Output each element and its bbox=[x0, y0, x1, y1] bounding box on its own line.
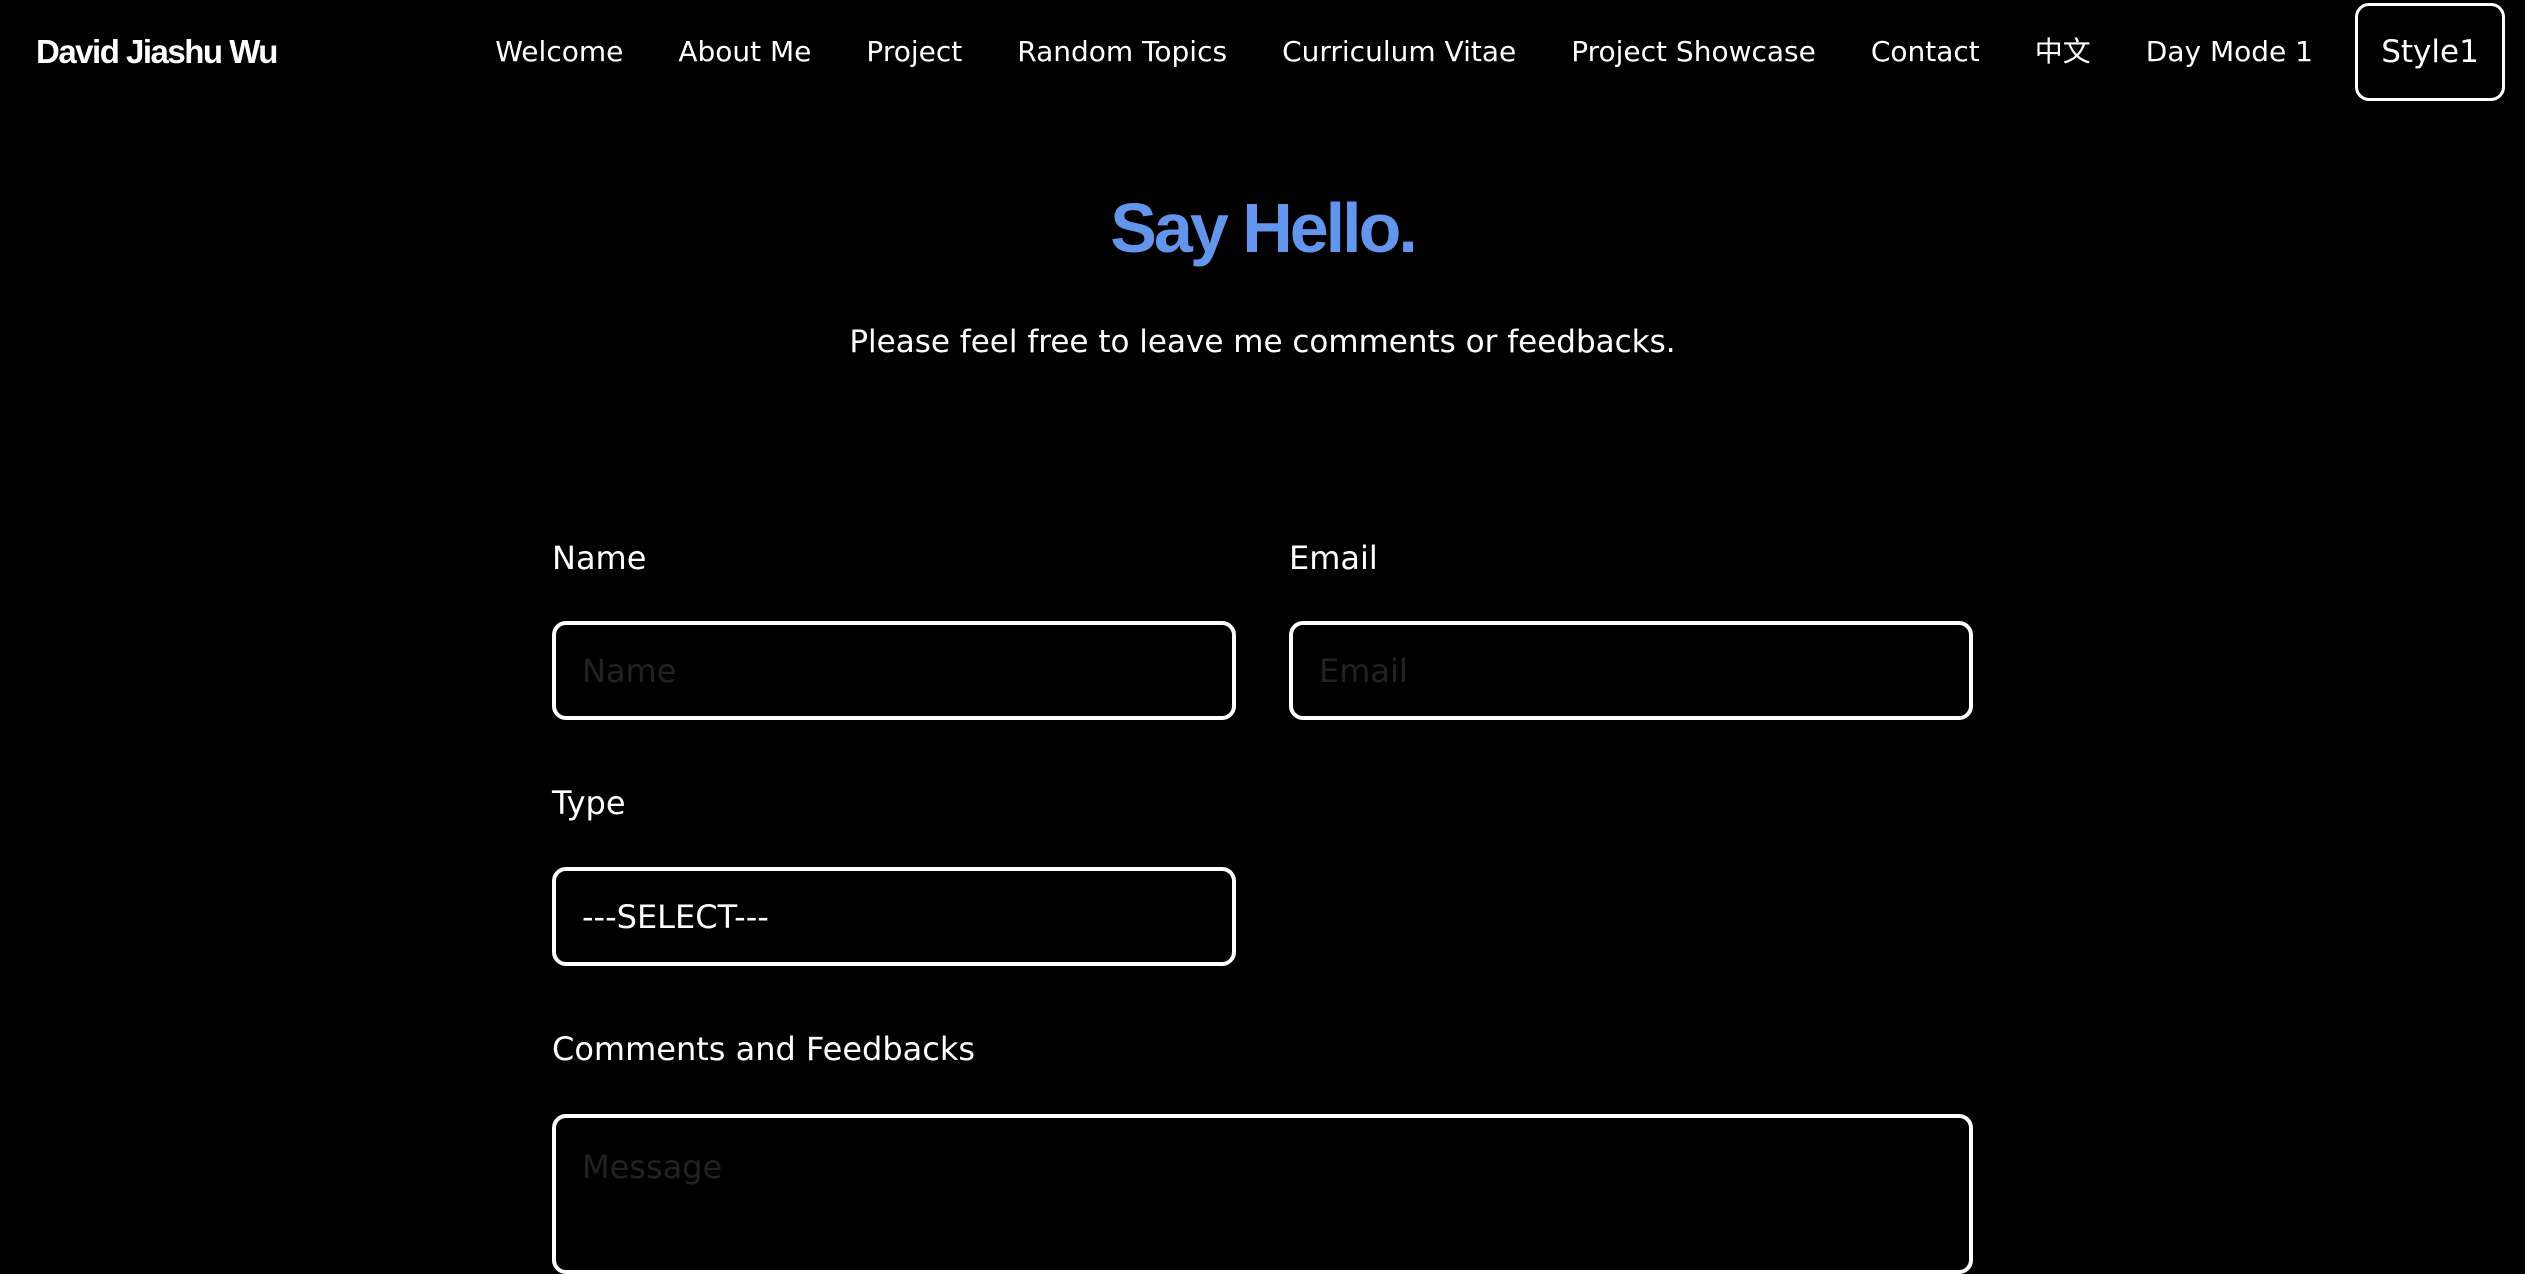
email-placeholder: Email bbox=[1319, 651, 1408, 690]
nav-links: Welcome About Me Project Random Topics C… bbox=[495, 3, 2505, 101]
site-brand[interactable]: David Jiashu Wu bbox=[36, 28, 278, 76]
name-placeholder: Name bbox=[582, 651, 677, 690]
message-label: Comments and Feedbacks bbox=[552, 1030, 976, 1068]
email-input[interactable]: Email bbox=[1289, 621, 1973, 720]
nav-link-about-me[interactable]: About Me bbox=[678, 32, 811, 72]
type-label: Type bbox=[552, 784, 626, 822]
nav-link-welcome[interactable]: Welcome bbox=[495, 32, 623, 72]
nav-link-day-mode[interactable]: Day Mode 1 bbox=[2146, 32, 2313, 72]
type-select[interactable]: ---SELECT--- bbox=[552, 867, 1236, 966]
email-label: Email bbox=[1289, 539, 1378, 577]
message-textarea[interactable]: Message bbox=[552, 1114, 1973, 1274]
page-title: Say Hello. bbox=[1110, 189, 1418, 267]
name-label: Name bbox=[552, 539, 647, 577]
navbar: David Jiashu Wu Welcome About Me Project… bbox=[0, 0, 2525, 105]
nav-link-project[interactable]: Project bbox=[866, 32, 962, 72]
nav-link-random-topics[interactable]: Random Topics bbox=[1017, 32, 1227, 72]
nav-link-chinese[interactable]: 中文 bbox=[2035, 32, 2091, 72]
nav-link-project-showcase[interactable]: Project Showcase bbox=[1571, 32, 1816, 72]
message-placeholder: Message bbox=[582, 1148, 723, 1186]
name-input[interactable]: Name bbox=[552, 621, 1236, 720]
style-toggle-button[interactable]: Style1 bbox=[2355, 3, 2505, 101]
page-subtitle: Please feel free to leave me comments or… bbox=[849, 324, 1676, 360]
nav-link-curriculum-vitae[interactable]: Curriculum Vitae bbox=[1282, 32, 1516, 72]
type-select-value: ---SELECT--- bbox=[582, 897, 769, 936]
nav-link-contact[interactable]: Contact bbox=[1871, 32, 1980, 72]
